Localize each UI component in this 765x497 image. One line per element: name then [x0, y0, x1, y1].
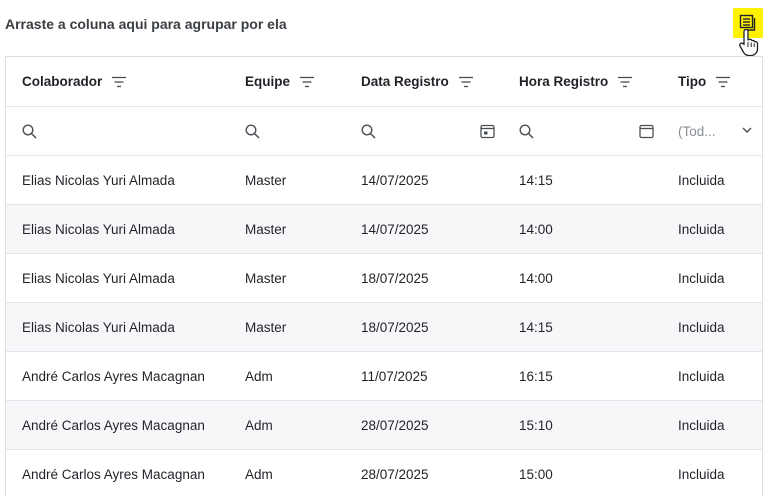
column-header-label: Equipe — [245, 74, 291, 89]
filter-lines-icon[interactable] — [716, 76, 731, 88]
data-grid: Colaborador Equipe Data Registro Hora Re… — [5, 56, 763, 497]
search-icon[interactable] — [22, 124, 37, 139]
table-row[interactable]: André Carlos Ayres Macagnan Adm 28/07/20… — [6, 450, 762, 497]
table-row[interactable]: Elias Nicolas Yuri Almada Master 14/07/2… — [6, 156, 762, 205]
group-panel-hint: Arraste a coluna aqui para agrupar por e… — [5, 16, 287, 32]
table-row[interactable]: André Carlos Ayres Macagnan Adm 11/07/20… — [6, 352, 762, 401]
header-row: Colaborador Equipe Data Registro Hora Re… — [6, 57, 762, 107]
cell-equipe: Master — [245, 172, 287, 188]
cell-colaborador: Elias Nicolas Yuri Almada — [22, 172, 175, 188]
cell-tipo: Incluida — [678, 417, 725, 433]
cell-equipe: Master — [245, 270, 287, 286]
column-header-label: Data Registro — [361, 74, 449, 89]
cell-data-registro: 18/07/2025 — [361, 270, 429, 286]
filter-lines-icon[interactable] — [300, 76, 315, 88]
column-header-label: Tipo — [678, 74, 707, 89]
cell-tipo: Incluida — [678, 270, 725, 286]
cell-hora-registro: 15:00 — [519, 466, 553, 482]
tipo-filter-select[interactable]: (Tod... — [678, 107, 716, 155]
column-header-colaborador[interactable]: Colaborador — [22, 57, 127, 106]
cell-hora-registro: 14:15 — [519, 172, 553, 188]
cell-equipe: Adm — [245, 466, 273, 482]
cell-equipe: Adm — [245, 368, 273, 384]
hand-pointer-icon — [739, 29, 759, 57]
column-header-equipe[interactable]: Equipe — [245, 57, 315, 106]
table-row[interactable]: Elias Nicolas Yuri Almada Master 14/07/2… — [6, 205, 762, 254]
cell-hora-registro: 16:15 — [519, 368, 553, 384]
cell-tipo: Incluida — [678, 466, 725, 482]
clock-icon[interactable] — [639, 124, 654, 139]
table-row[interactable]: André Carlos Ayres Macagnan Adm 28/07/20… — [6, 401, 762, 450]
cell-data-registro: 11/07/2025 — [361, 368, 428, 384]
search-icon[interactable] — [245, 124, 260, 139]
cell-colaborador: André Carlos Ayres Macagnan — [22, 466, 205, 482]
chevron-down-icon[interactable] — [742, 127, 752, 134]
cell-colaborador: Elias Nicolas Yuri Almada — [22, 319, 175, 335]
cell-colaborador: Elias Nicolas Yuri Almada — [22, 221, 175, 237]
column-header-hora-registro[interactable]: Hora Registro — [519, 57, 633, 106]
cell-colaborador: André Carlos Ayres Macagnan — [22, 368, 205, 384]
column-header-label: Hora Registro — [519, 74, 609, 89]
cell-data-registro: 14/07/2025 — [361, 172, 429, 188]
table-row[interactable]: Elias Nicolas Yuri Almada Master 18/07/2… — [6, 254, 762, 303]
table-row[interactable]: Elias Nicolas Yuri Almada Master 18/07/2… — [6, 303, 762, 352]
cell-tipo: Incluida — [678, 368, 725, 384]
cell-hora-registro: 15:10 — [519, 417, 553, 433]
cell-data-registro: 14/07/2025 — [361, 221, 429, 237]
cell-hora-registro: 14:15 — [519, 319, 553, 335]
column-header-data-registro[interactable]: Data Registro — [361, 57, 473, 106]
cell-colaborador: André Carlos Ayres Macagnan — [22, 417, 205, 433]
cell-equipe: Master — [245, 221, 287, 237]
cell-equipe: Adm — [245, 417, 273, 433]
filter-lines-icon[interactable] — [458, 76, 473, 88]
cell-colaborador: Elias Nicolas Yuri Almada — [22, 270, 175, 286]
filter-lines-icon[interactable] — [112, 76, 127, 88]
group-panel[interactable]: Arraste a coluna aqui para agrupar por e… — [0, 0, 765, 57]
filter-lines-icon[interactable] — [618, 76, 633, 88]
cell-data-registro: 28/07/2025 — [361, 466, 429, 482]
column-header-label: Colaborador — [22, 74, 103, 89]
cell-hora-registro: 14:00 — [519, 221, 553, 237]
calendar-icon[interactable] — [480, 124, 495, 139]
cell-data-registro: 18/07/2025 — [361, 319, 429, 335]
cell-equipe: Master — [245, 319, 287, 335]
cell-tipo: Incluida — [678, 221, 725, 237]
search-icon[interactable] — [361, 124, 376, 139]
cell-data-registro: 28/07/2025 — [361, 417, 429, 433]
cell-hora-registro: 14:00 — [519, 270, 553, 286]
cell-tipo: Incluida — [678, 319, 725, 335]
filter-row: (Tod... — [6, 107, 762, 156]
search-icon[interactable] — [519, 124, 534, 139]
column-header-tipo[interactable]: Tipo — [678, 57, 731, 106]
cell-tipo: Incluida — [678, 172, 725, 188]
